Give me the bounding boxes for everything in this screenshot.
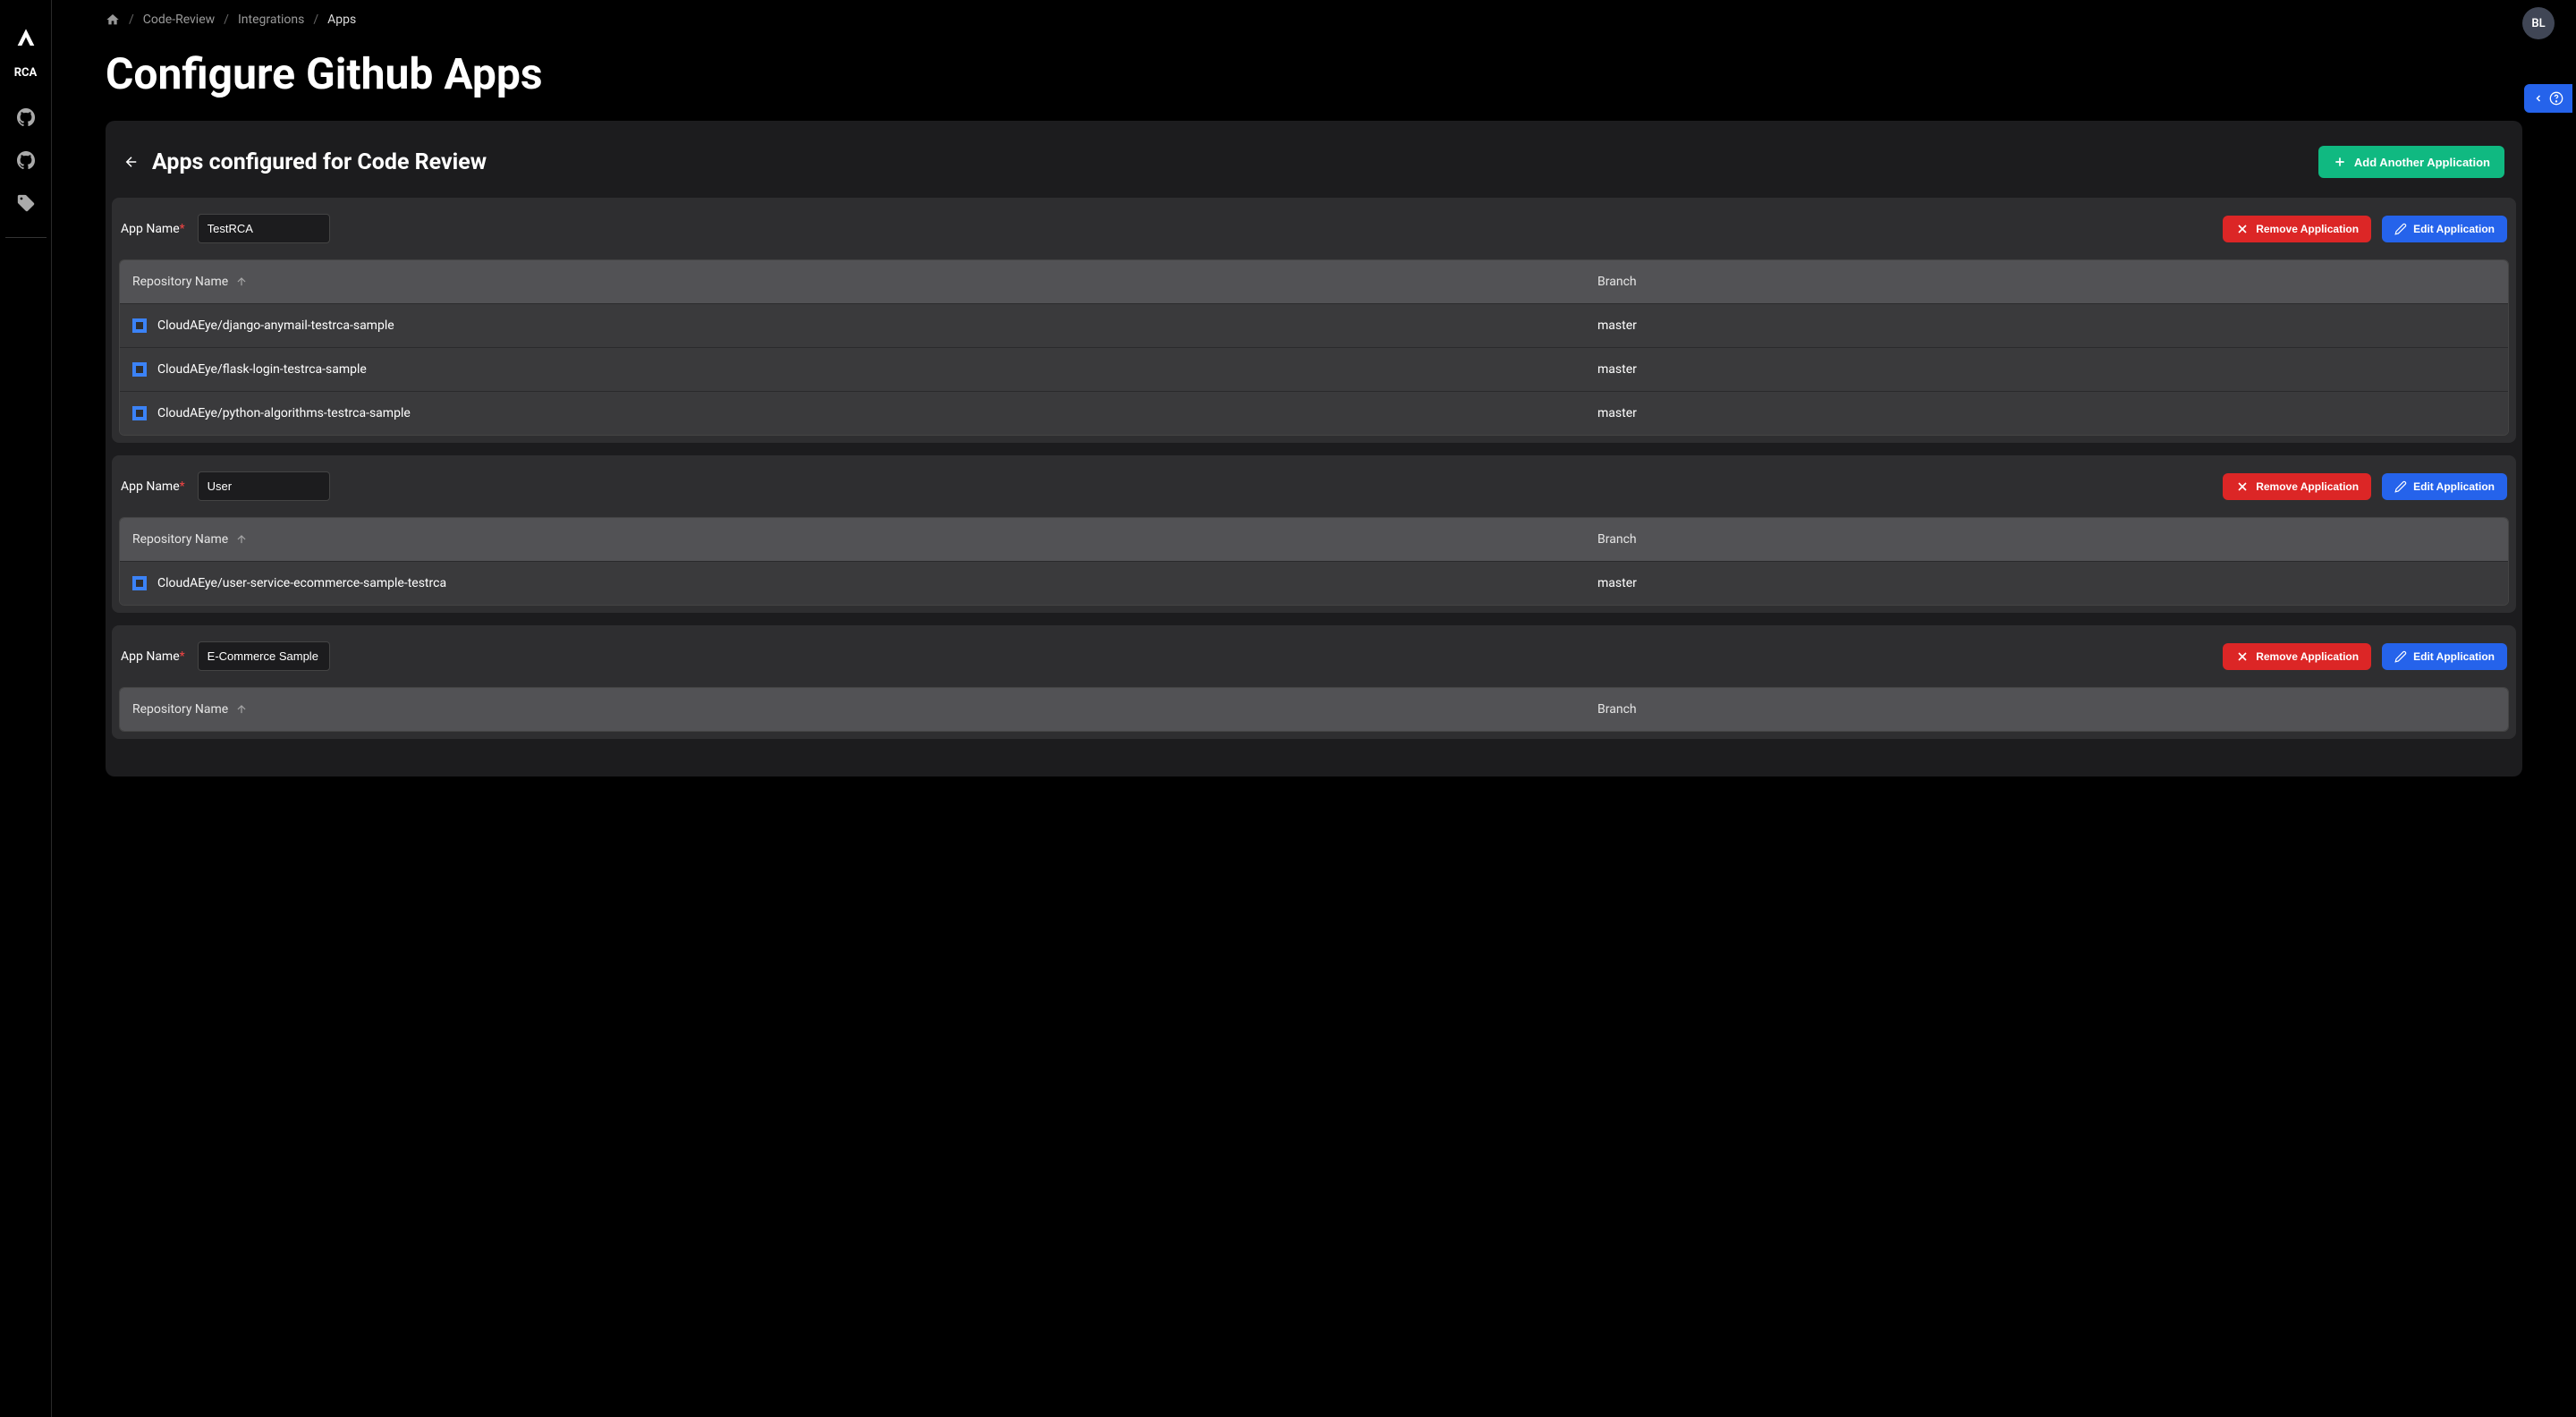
- help-icon: [2549, 91, 2563, 106]
- app-name-input[interactable]: [198, 214, 330, 243]
- table-head: Repository Name Branch: [120, 260, 2508, 303]
- close-icon: [2235, 222, 2250, 236]
- chevron-left-icon: [2533, 93, 2544, 104]
- close-icon: [2235, 479, 2250, 494]
- plus-icon: [2333, 155, 2347, 169]
- remove-application-button[interactable]: Remove Application: [2223, 643, 2371, 670]
- pencil-icon: [2394, 480, 2407, 493]
- sidebar-product-label: RCA: [14, 66, 38, 80]
- table-row: CloudAEye/user-service-ecommerce-sample-…: [120, 561, 2508, 605]
- avatar[interactable]: BL: [2522, 7, 2555, 39]
- repo-name: CloudAEye/flask-login-testrca-sample: [157, 362, 367, 377]
- branch-name: master: [1597, 406, 2496, 420]
- repo-checkbox[interactable]: [132, 406, 147, 420]
- edit-application-button[interactable]: Edit Application: [2382, 473, 2507, 500]
- app-name-label: App Name*: [121, 222, 185, 236]
- sort-arrow-icon: [235, 533, 248, 546]
- edit-application-button[interactable]: Edit Application: [2382, 216, 2507, 242]
- sort-arrow-icon: [235, 276, 248, 288]
- breadcrumb-integrations[interactable]: Integrations: [238, 13, 304, 27]
- sidebar-divider: [5, 237, 47, 238]
- breadcrumb-separator: /: [129, 13, 134, 27]
- repo-column-header[interactable]: Repository Name: [132, 702, 1597, 717]
- branch-column-header[interactable]: Branch: [1597, 702, 2496, 717]
- breadcrumb-separator: /: [313, 13, 318, 27]
- repo-checkbox[interactable]: [132, 362, 147, 377]
- remove-label: Remove Application: [2256, 650, 2359, 663]
- remove-application-button[interactable]: Remove Application: [2223, 473, 2371, 500]
- close-icon: [2235, 649, 2250, 664]
- app-name-label: App Name*: [121, 479, 185, 494]
- remove-application-button[interactable]: Remove Application: [2223, 216, 2371, 242]
- app-name-input[interactable]: [198, 641, 330, 671]
- repo-checkbox[interactable]: [132, 576, 147, 590]
- tag-icon[interactable]: [8, 185, 44, 221]
- apps-card: Apps configured for Code Review Add Anot…: [106, 121, 2522, 776]
- breadcrumb-separator: /: [224, 13, 229, 27]
- main-content: / Code-Review / Integrations / Apps BL C…: [52, 0, 2576, 1417]
- add-button-label: Add Another Application: [2354, 156, 2490, 169]
- branch-column-header[interactable]: Branch: [1597, 532, 2496, 547]
- table-row: CloudAEye/flask-login-testrca-sample mas…: [120, 347, 2508, 391]
- breadcrumb: / Code-Review / Integrations / Apps: [52, 4, 2576, 36]
- repo-checkbox[interactable]: [132, 318, 147, 333]
- repo-name: CloudAEye/django-anymail-testrca-sample: [157, 318, 394, 333]
- app-name-label: App Name*: [121, 649, 185, 664]
- branch-name: master: [1597, 318, 2496, 333]
- page-title: Configure Github Apps: [52, 36, 2576, 121]
- repo-table: Repository Name Branch CloudAEye/django-…: [119, 259, 2509, 436]
- remove-label: Remove Application: [2256, 223, 2359, 235]
- app-block: App Name* Remove Application Edit Applic…: [112, 625, 2516, 739]
- edit-label: Edit Application: [2413, 650, 2495, 663]
- breadcrumb-current: Apps: [327, 13, 356, 27]
- table-row: CloudAEye/python-algorithms-testrca-samp…: [120, 391, 2508, 435]
- app-logo[interactable]: [13, 27, 38, 52]
- branch-name: master: [1597, 362, 2496, 377]
- branch-column-header[interactable]: Branch: [1597, 275, 2496, 289]
- edit-application-button[interactable]: Edit Application: [2382, 643, 2507, 670]
- app-block: App Name* Remove Application Edit Applic…: [112, 198, 2516, 443]
- branch-name: master: [1597, 576, 2496, 590]
- card-title-text: Apps configured for Code Review: [152, 149, 487, 175]
- edit-label: Edit Application: [2413, 480, 2495, 493]
- help-panel-toggle[interactable]: [2524, 84, 2572, 113]
- table-row: CloudAEye/django-anymail-testrca-sample …: [120, 303, 2508, 347]
- back-arrow-icon[interactable]: [123, 154, 140, 170]
- pencil-icon: [2394, 223, 2407, 235]
- app-name-input[interactable]: [198, 471, 330, 501]
- github-icon[interactable]: [8, 99, 44, 135]
- table-head: Repository Name Branch: [120, 518, 2508, 561]
- repo-column-header[interactable]: Repository Name: [132, 275, 1597, 289]
- breadcrumb-code-review[interactable]: Code-Review: [143, 13, 215, 27]
- repo-name: CloudAEye/python-algorithms-testrca-samp…: [157, 406, 411, 420]
- repo-name: CloudAEye/user-service-ecommerce-sample-…: [157, 576, 446, 590]
- sort-arrow-icon: [235, 703, 248, 716]
- repo-column-header[interactable]: Repository Name: [132, 532, 1597, 547]
- remove-label: Remove Application: [2256, 480, 2359, 493]
- home-icon[interactable]: [106, 13, 120, 27]
- pencil-icon: [2394, 650, 2407, 663]
- sidebar: RCA: [0, 0, 52, 1417]
- add-application-button[interactable]: Add Another Application: [2318, 146, 2504, 178]
- github-icon-2[interactable]: [8, 142, 44, 178]
- table-head: Repository Name Branch: [120, 688, 2508, 731]
- repo-table: Repository Name Branch CloudAEye/user-se…: [119, 517, 2509, 606]
- repo-table: Repository Name Branch: [119, 687, 2509, 732]
- app-block: App Name* Remove Application Edit Applic…: [112, 455, 2516, 613]
- edit-label: Edit Application: [2413, 223, 2495, 235]
